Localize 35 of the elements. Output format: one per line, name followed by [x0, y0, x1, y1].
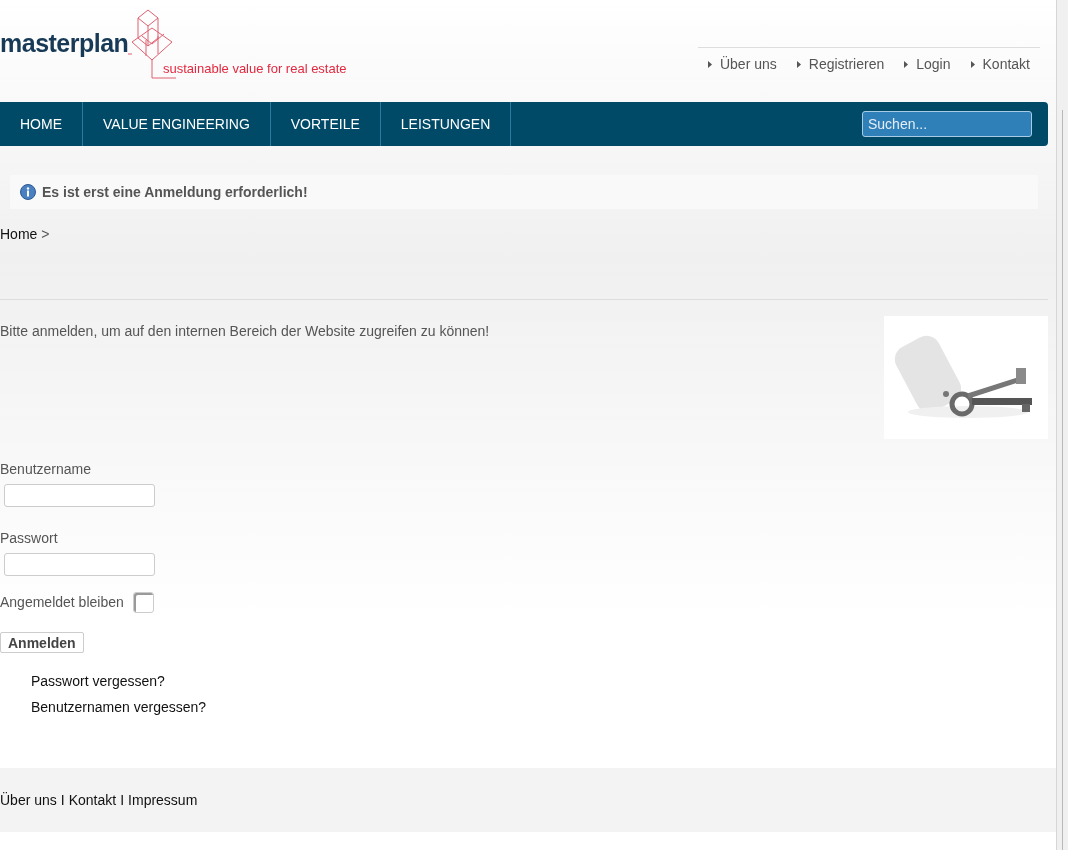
username-field[interactable] [4, 484, 155, 507]
remember-label: Angemeldet bleiben [0, 593, 124, 612]
username-label: Benutzername [0, 460, 93, 479]
intro-text: Bitte anmelden, um auf den internen Bereich der Website zugreifen zu können! [0, 322, 490, 341]
nav-item[interactable]: VALUE ENGINEERING [83, 102, 271, 146]
bullet-icon [796, 61, 801, 68]
password-field[interactable] [4, 553, 155, 576]
scrollbar[interactable] [1056, 0, 1068, 850]
top-link[interactable]: Über uns [707, 54, 777, 75]
logo-wordmark: masterplan [0, 31, 129, 56]
nav-item[interactable]: LEISTUNGEN [380, 102, 512, 146]
nav-item[interactable]: HOME [0, 102, 83, 146]
top-link[interactable]: Login [904, 54, 951, 75]
breadcrumb-separator: > [41, 225, 50, 243]
bullet-icon [707, 61, 712, 68]
footer-link[interactable]: Über uns [0, 789, 57, 811]
search-field[interactable]: Suchen... [862, 111, 1032, 137]
login-button[interactable]: Anmelden [0, 632, 84, 653]
remember-checkbox[interactable] [132, 592, 154, 613]
help-link[interactable]: Passwort vergessen? [31, 671, 1056, 692]
password-label: Passwort [0, 529, 59, 548]
footer-separator: I [60, 790, 65, 810]
info-icon [20, 184, 36, 200]
bullet-icon [970, 61, 975, 68]
help-link[interactable]: Benutzernamen vergessen? [31, 697, 1056, 718]
top-link[interactable]: Registrieren [796, 54, 885, 75]
bullet-icon [904, 61, 909, 68]
breadcrumb-link[interactable]: Home [0, 225, 38, 243]
notice-message: Es ist erst eine Anmeldung erforderlich! [42, 182, 308, 202]
footer-link[interactable]: Kontakt [68, 789, 117, 811]
top-link[interactable]: Kontakt [970, 54, 1030, 75]
footer-separator: I [120, 790, 125, 810]
nav-item[interactable]: VORTEILE [270, 102, 381, 146]
footer-link[interactable]: Impressum [128, 789, 198, 811]
logo-tagline: sustainable value for real estate [163, 62, 347, 75]
